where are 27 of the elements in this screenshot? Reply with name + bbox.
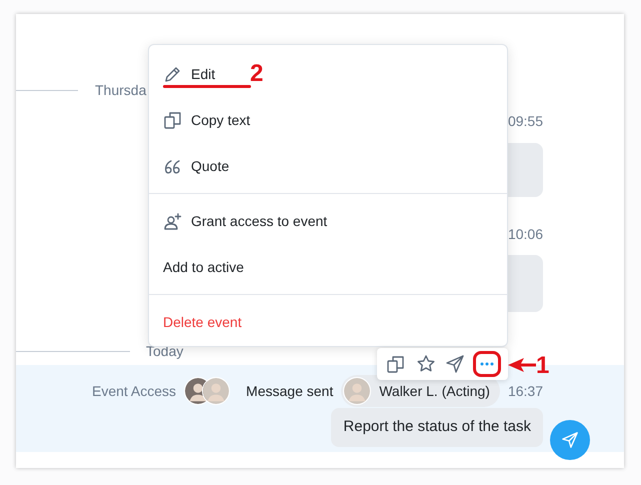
annotation-number: 1 — [536, 354, 550, 378]
send-icon — [561, 431, 579, 449]
menu-item[interactable]: Grant access to event — [149, 198, 507, 244]
menu-item[interactable]: Delete event — [149, 299, 507, 345]
message-time: 09:55 — [508, 112, 543, 131]
message-time: 16:37 — [508, 382, 543, 400]
menu-item[interactable]: Copy text — [149, 97, 507, 143]
avatar — [202, 377, 230, 405]
menu-item[interactable]: Quote — [149, 143, 507, 189]
author-name: Walker L. (Acting) — [379, 382, 490, 401]
message-bubble: Report the status of the task — [331, 408, 543, 446]
menu-item[interactable]: Add to active — [149, 244, 507, 290]
send-icon — [445, 354, 466, 374]
event-action: Message sent — [246, 382, 334, 401]
more-button[interactable] — [473, 351, 502, 377]
copy-icon — [163, 110, 183, 130]
annotation-number: 2 — [250, 62, 264, 86]
add-user-icon — [163, 211, 183, 231]
date-separator: Thursda — [95, 81, 146, 100]
date-separator: Today — [146, 342, 184, 361]
event-label: Event Access — [92, 382, 176, 400]
message-time: 10:06 — [508, 225, 543, 244]
avatar — [343, 377, 372, 405]
copy-icon — [386, 354, 406, 374]
more-icon — [480, 362, 494, 366]
star-icon — [416, 354, 436, 374]
annotation-arrow — [508, 358, 536, 372]
